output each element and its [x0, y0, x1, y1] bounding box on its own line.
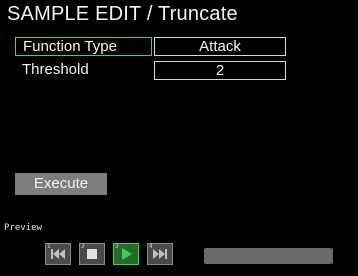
preview-progress-bar [204, 248, 333, 264]
rewind-icon [51, 249, 65, 259]
fast-forward-icon [153, 249, 167, 259]
play-button[interactable]: 3 [113, 243, 139, 265]
function-type-value[interactable]: Attack [154, 37, 286, 56]
play-icon [122, 248, 132, 260]
fast-forward-button[interactable]: 4 [147, 243, 173, 265]
preview-label: Preview [4, 223, 42, 233]
execute-button[interactable]: Execute [15, 173, 107, 195]
page-title: SAMPLE EDIT / Truncate [7, 3, 238, 25]
threshold-label[interactable]: Threshold [15, 61, 152, 80]
function-type-label[interactable]: Function Type [15, 37, 152, 56]
stop-icon [87, 249, 97, 259]
stop-button[interactable]: 2 [79, 243, 105, 265]
threshold-value[interactable]: 2 [154, 61, 286, 80]
rewind-button[interactable]: 1 [45, 243, 71, 265]
